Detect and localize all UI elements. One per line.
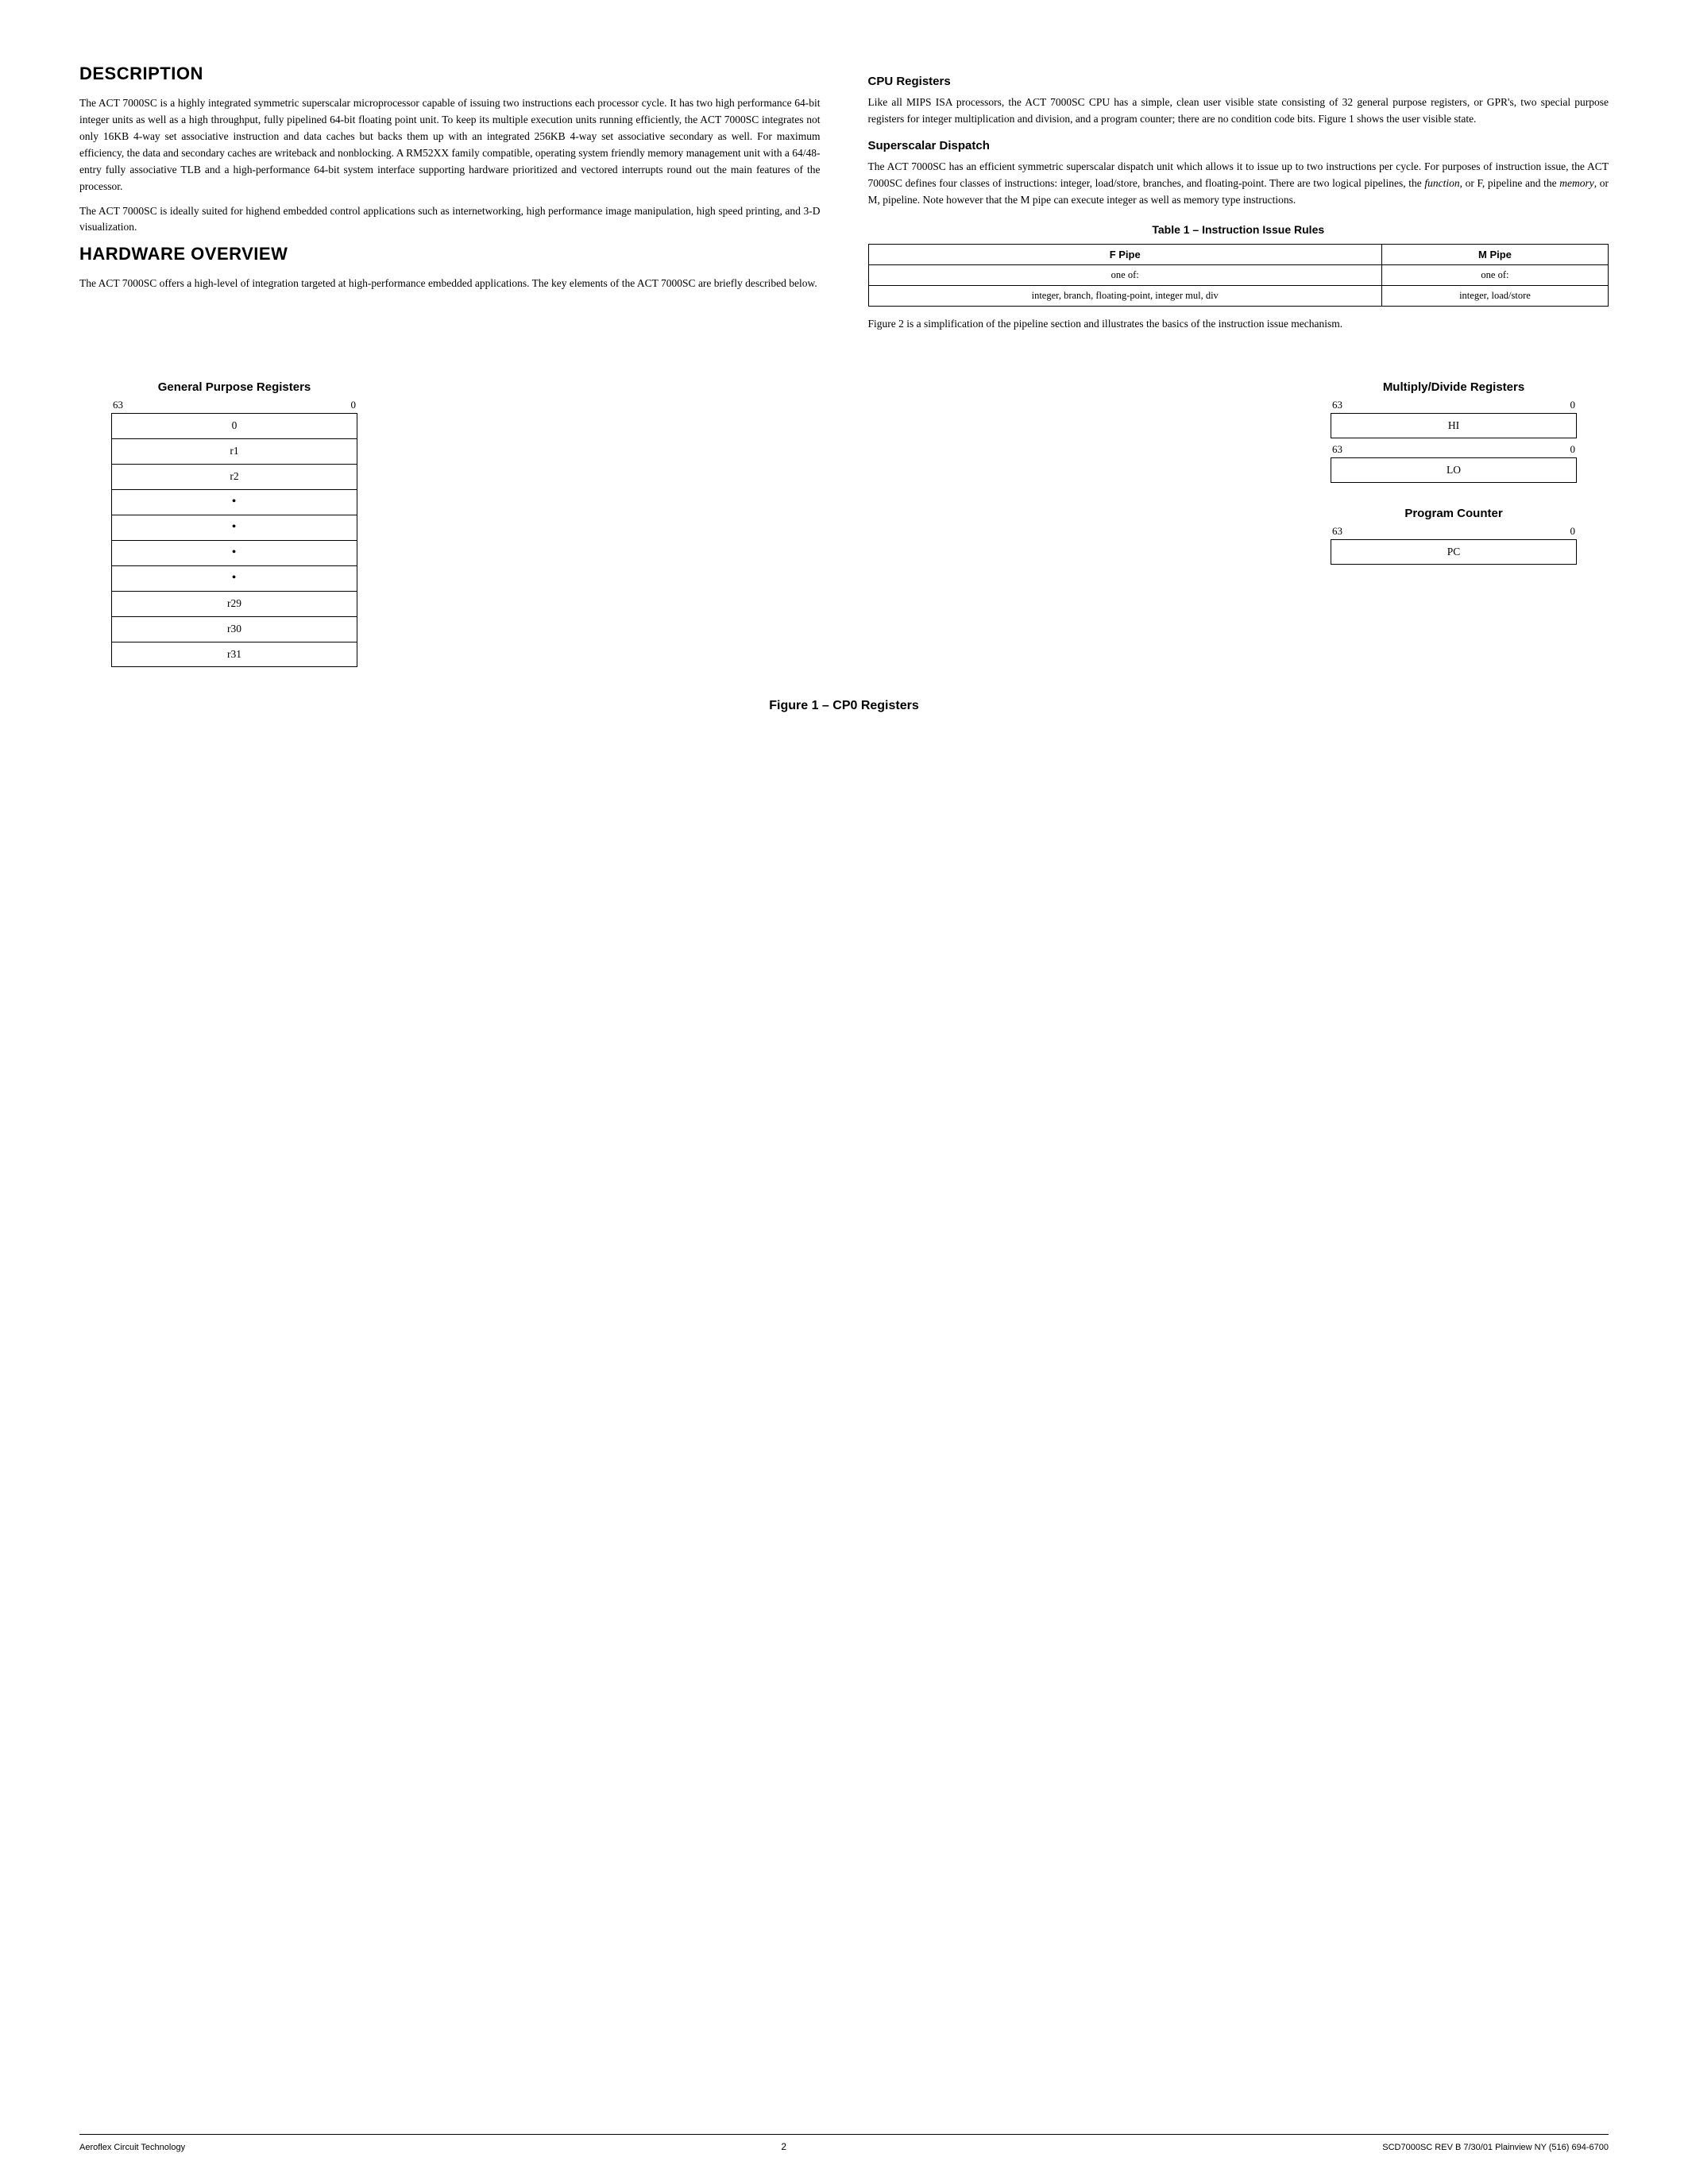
footer-page-number: 2 xyxy=(781,2141,786,2152)
hardware-heading: HARDWARE OVERVIEW xyxy=(79,244,821,264)
right-register-groups: Multiply/Divide Registers 63 0 HI 63 0 L… xyxy=(1331,380,1577,565)
table-cell-fpipe-ops: integer, branch, floating-point, integer… xyxy=(868,285,1381,306)
figure2-text: Figure 2 is a simplification of the pipe… xyxy=(868,316,1609,333)
gpr-bit-low: 0 xyxy=(351,399,357,411)
gpr-row-r29: r29 xyxy=(111,591,357,616)
gpr-row-dot4: • xyxy=(111,565,357,591)
cpu-registers-heading: CPU Registers xyxy=(868,75,1609,88)
table-title: Table 1 – Instruction Issue Rules xyxy=(868,223,1609,236)
description-paragraph-1: The ACT 7000SC is a highly integrated sy… xyxy=(79,95,821,195)
pc-register: PC xyxy=(1331,539,1577,565)
md-bit-labels-lo: 63 0 xyxy=(1331,443,1577,456)
md-title: Multiply/Divide Registers xyxy=(1383,380,1524,394)
gpr-bit-labels: 63 0 xyxy=(111,399,357,411)
gpr-group: General Purpose Registers 63 0 0 r1 r2 •… xyxy=(111,380,357,667)
page-footer: Aeroflex Circuit Technology 2 SCD7000SC … xyxy=(79,2134,1609,2152)
md-bit-high: 63 xyxy=(1332,399,1342,411)
md-group: Multiply/Divide Registers 63 0 HI 63 0 L… xyxy=(1331,380,1577,483)
superscalar-heading: Superscalar Dispatch xyxy=(868,139,1609,152)
gpr-row-r31: r31 xyxy=(111,642,357,667)
description-paragraph-2: The ACT 7000SC is ideally suited for hig… xyxy=(79,203,821,237)
gpr-row-r2: r2 xyxy=(111,464,357,489)
table-header-mpipe: M Pipe xyxy=(1381,244,1608,264)
md-lo-register: LO xyxy=(1331,457,1577,483)
superscalar-paragraph: The ACT 7000SC has an efficient symmetri… xyxy=(868,159,1609,209)
gpr-row-dot2: • xyxy=(111,515,357,540)
md-hi-register: HI xyxy=(1331,413,1577,438)
description-heading: DESCRIPTION xyxy=(79,64,821,84)
cpu-registers-paragraph: Like all MIPS ISA processors, the ACT 70… xyxy=(868,95,1609,128)
gpr-row-dot3: • xyxy=(111,540,357,565)
left-column: DESCRIPTION The ACT 7000SC is a highly i… xyxy=(79,64,821,341)
gpr-bit-high: 63 xyxy=(113,399,123,411)
gpr-row-r1: r1 xyxy=(111,438,357,464)
table-cell-mpipe-ops: integer, load/store xyxy=(1381,285,1608,306)
page: DESCRIPTION The ACT 7000SC is a highly i… xyxy=(0,0,1688,2184)
gpr-row-r30: r30 xyxy=(111,616,357,642)
table-row: one of: one of: xyxy=(868,264,1609,285)
gpr-registers: 0 r1 r2 • • • • r29 r30 r31 xyxy=(111,413,357,667)
footer-company: Aeroflex Circuit Technology xyxy=(79,2143,185,2152)
pc-bit-high: 63 xyxy=(1332,525,1342,538)
pc-group: Program Counter 63 0 PC xyxy=(1331,507,1577,565)
figure-caption: Figure 1 – CP0 Registers xyxy=(79,699,1609,713)
pc-bit-labels: 63 0 xyxy=(1331,525,1577,538)
table-row: integer, branch, floating-point, integer… xyxy=(868,285,1609,306)
gpr-row-dot1: • xyxy=(111,489,357,515)
gpr-title: General Purpose Registers xyxy=(158,380,311,394)
md-bit-labels-hi: 63 0 xyxy=(1331,399,1577,411)
footer-doc-info: SCD7000SC REV B 7/30/01 Plainview NY (51… xyxy=(1382,2143,1609,2152)
pc-title: Program Counter xyxy=(1404,507,1502,520)
pc-bit-low: 0 xyxy=(1570,525,1576,538)
table-cell-mpipe-oneof: one of: xyxy=(1381,264,1608,285)
figure-section: General Purpose Registers 63 0 0 r1 r2 •… xyxy=(79,380,1609,667)
instruction-issue-table: F Pipe M Pipe one of: one of: integer, b… xyxy=(868,244,1609,307)
hardware-paragraph-1: The ACT 7000SC offers a high-level of in… xyxy=(79,276,821,292)
md-bit-low: 0 xyxy=(1570,399,1576,411)
md-bit-high2: 63 xyxy=(1332,443,1342,456)
right-column: CPU Registers Like all MIPS ISA processo… xyxy=(868,64,1609,341)
table-cell-fpipe-oneof: one of: xyxy=(868,264,1381,285)
md-bit-low2: 0 xyxy=(1570,443,1576,456)
table-header-fpipe: F Pipe xyxy=(868,244,1381,264)
main-content: DESCRIPTION The ACT 7000SC is a highly i… xyxy=(79,64,1609,341)
gpr-row-0: 0 xyxy=(111,413,357,438)
